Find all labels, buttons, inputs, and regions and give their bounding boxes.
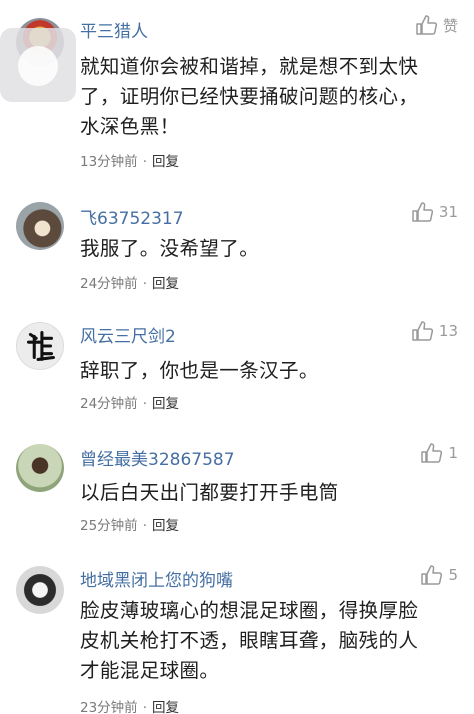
like-count: 赞 [442,16,458,35]
comment-line: 了，证明你已经快要捅破问题的核心， [80,85,419,108]
separator: · [142,700,147,714]
reply-button[interactable]: 回复 [152,154,179,170]
calligraphy-avatar-image [26,331,55,361]
comment-meta: 25分钟前 · 回复 [80,514,179,534]
comment-meta: 23分钟前 · 回复 [80,696,179,714]
timestamp: 13分钟前 [80,154,138,170]
comment-line: 皮机关枪打不透，眼瞎耳聋，脑残的人 [80,629,419,652]
username[interactable]: 平三猎人 [80,17,148,42]
comment-line: 才能混足球圈。 [80,659,220,682]
comment-text: 我服了。没希望了。 [80,234,458,264]
like-button[interactable]: 5 [420,564,458,586]
separator: · [142,276,147,292]
avatar[interactable] [16,444,64,492]
thumbs-up-icon [412,202,433,222]
comment-line: 辞职了，你也是一条汉子。 [80,359,319,382]
like-button[interactable]: 13 [411,320,458,342]
comment-text: 以后白天出门都要打开手电筒 [80,478,458,508]
avatar[interactable] [16,322,64,370]
username[interactable]: 地域黑闭上您的狗嘴 [80,566,233,591]
like-button[interactable]: 赞 [415,14,458,36]
timestamp: 25分钟前 [80,518,138,534]
username[interactable]: 曾经最美32867587 [80,445,235,470]
avatar[interactable] [16,202,64,250]
separator: · [142,154,147,170]
comment-text: 就知道你会被和谐掉，就是想不到太快 了，证明你已经快要捅破问题的核心， 水深色黑… [80,52,458,142]
like-button[interactable]: 31 [411,201,458,223]
like-count: 31 [438,203,458,221]
reply-button[interactable]: 回复 [152,518,179,534]
like-count: 5 [448,566,458,584]
comment-line: 脸皮薄玻璃心的想混足球圈，得换厚脸 [80,599,419,622]
thumbs-up-icon [421,565,443,585]
username[interactable]: 飞63752317 [80,204,184,229]
comment-line: 水深色黑！ [80,115,180,138]
comment-text: 辞职了，你也是一条汉子。 [80,356,458,386]
comment-line: 以后白天出门都要打开手电筒 [80,481,339,504]
thumbs-up-icon [421,443,443,463]
comment-line: 我服了。没希望了。 [80,237,260,260]
comment-text: 脸皮薄玻璃心的想混足球圈，得换厚脸 皮机关枪打不透，眼瞎耳聋，脑残的人 才能混足… [80,596,458,686]
avatar[interactable] [16,566,64,614]
timestamp: 24分钟前 [80,396,138,412]
username[interactable]: 风云三尺剑2 [80,322,176,347]
separator: · [142,518,147,534]
like-count: 1 [448,444,458,462]
thumbs-up-icon [412,321,433,341]
comment-meta: 24分钟前 · 回复 [80,392,179,412]
floating-overlay [0,28,76,102]
comment-meta: 13分钟前 · 回复 [80,150,179,170]
separator: · [142,396,147,412]
like-count: 13 [438,322,458,340]
reply-button[interactable]: 回复 [152,396,179,412]
reply-button[interactable]: 回复 [152,276,179,292]
timestamp: 24分钟前 [80,276,138,292]
like-button[interactable]: 1 [420,442,458,464]
timestamp: 23分钟前 [80,700,138,714]
comment-meta: 24分钟前 · 回复 [80,272,179,292]
thumbs-up-icon [416,15,438,35]
comment-line: 就知道你会被和谐掉，就是想不到太快 [80,55,419,78]
reply-button[interactable]: 回复 [152,700,179,714]
